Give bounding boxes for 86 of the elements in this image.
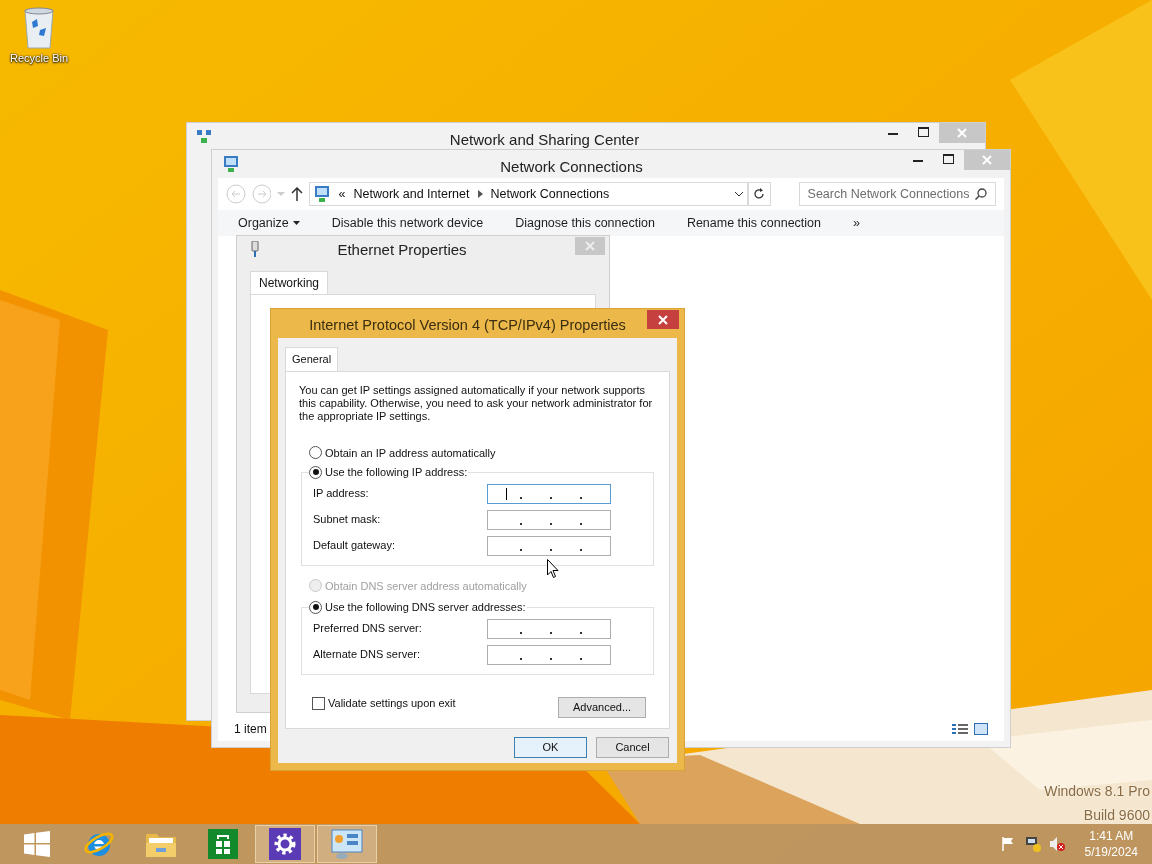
close-icon (982, 155, 992, 165)
field-label: Preferred DNS server: (313, 621, 423, 637)
flag-icon[interactable] (1000, 836, 1015, 852)
text-cursor (506, 487, 507, 500)
toolbar-item[interactable]: Rename this connection (686, 213, 821, 233)
recycle-bin-icon[interactable] (22, 6, 56, 50)
octet-separator (580, 496, 582, 499)
tab[interactable]: Networking (250, 271, 329, 294)
refresh-button[interactable] (747, 182, 771, 206)
ip-address-field[interactable] (487, 618, 611, 639)
ip-address-field[interactable] (487, 535, 611, 556)
octet-separator (520, 522, 522, 525)
breadcrumb-overflow[interactable]: « (338, 184, 346, 204)
window-title: Network and Sharing Center (448, 130, 641, 150)
checkbox[interactable] (312, 696, 325, 710)
close-icon (658, 314, 668, 325)
dialog-button[interactable]: OK (514, 736, 587, 758)
field-label: IP address: (313, 486, 370, 502)
gear-icon[interactable] (269, 828, 301, 860)
radio-button[interactable] (309, 465, 322, 479)
checkbox-label: Validate settings upon exit (328, 695, 457, 711)
octet-separator (550, 548, 552, 551)
chevron-right-icon[interactable] (477, 190, 483, 198)
window-title: Internet Protocol Version 4 (TCP/IPv4) Properties (308, 316, 627, 335)
search-field[interactable]: Search Network Connections (798, 182, 996, 206)
breadcrumb[interactable]: Network Connections (490, 184, 610, 204)
octet-separator (580, 522, 582, 525)
ip-address-field[interactable] (487, 483, 611, 504)
tab[interactable]: General (285, 347, 339, 371)
caret-icon (292, 221, 300, 225)
advanced-button[interactable]: Advanced... (558, 696, 646, 718)
edition-text: Windows 8.1 Pro (1044, 782, 1150, 801)
up-arrow-icon[interactable] (290, 187, 303, 201)
maximize-icon[interactable] (943, 154, 954, 164)
octet-separator (550, 631, 552, 634)
octet-separator (550, 657, 552, 660)
breadcrumb[interactable]: Network and Internet (353, 184, 470, 204)
control-panel-icon[interactable] (330, 828, 364, 860)
close-button[interactable] (647, 310, 679, 329)
octet-separator (580, 631, 582, 634)
octet-separator (550, 522, 552, 525)
octet-separator (520, 657, 522, 660)
edition-text: Build 9600 (1083, 806, 1150, 825)
field-label: Alternate DNS server: (313, 647, 421, 663)
toolbar-item[interactable]: » (853, 213, 860, 233)
mouse-pointer-icon (547, 559, 559, 578)
chevron-down-icon[interactable] (733, 191, 744, 197)
details-view-icon[interactable] (952, 723, 968, 735)
ip-address-field[interactable] (487, 644, 611, 665)
network-status-icon[interactable] (1024, 836, 1041, 852)
maximize-icon[interactable] (918, 127, 929, 137)
network-icon (222, 155, 240, 173)
ethernet-adapter-icon (251, 241, 259, 257)
radio-button[interactable] (309, 446, 322, 460)
search-icon (975, 188, 987, 200)
octet-separator (520, 496, 522, 499)
octet-separator (580, 657, 582, 660)
windows-logo-icon[interactable] (24, 831, 50, 857)
close-icon (957, 128, 967, 138)
address-bar[interactable]: « Network and Internet Network Connections (308, 182, 748, 206)
dialog-button[interactable]: Cancel (596, 736, 669, 758)
octet-separator (580, 548, 582, 551)
minimize-icon[interactable] (888, 133, 898, 136)
octet-separator (520, 631, 522, 634)
octet-separator (550, 496, 552, 499)
muted-speaker-icon[interactable] (1048, 836, 1065, 852)
status-text: 1 item (234, 721, 268, 738)
toolbar-item[interactable]: Disable this network device (331, 213, 484, 233)
radio-button[interactable] (309, 600, 322, 614)
toolbar-item[interactable]: Diagnose this connection (515, 213, 655, 233)
toolbar-item[interactable]: Organize (238, 213, 300, 233)
field-label: Default gateway: (313, 538, 396, 554)
store-icon[interactable] (208, 829, 238, 859)
refresh-icon (753, 188, 766, 200)
octet-separator (520, 548, 522, 551)
close-icon (585, 241, 595, 251)
ip-address-field[interactable] (487, 509, 611, 530)
large-icons-view-icon[interactable] (974, 723, 988, 735)
intro-text: You can get IP settings assigned automatically if your network supports this capability. Otherwise, you need to ask your network administrator for the appropriate IP settings. (299, 383, 654, 423)
minimize-icon[interactable] (913, 160, 923, 163)
field-label: Subnet mask: (313, 512, 382, 528)
taskbar-button[interactable] (255, 825, 315, 863)
network-icon (312, 185, 331, 203)
window-title: Ethernet Properties (336, 240, 468, 260)
window-title: Network Connections (499, 157, 644, 177)
network-icon (197, 130, 211, 144)
